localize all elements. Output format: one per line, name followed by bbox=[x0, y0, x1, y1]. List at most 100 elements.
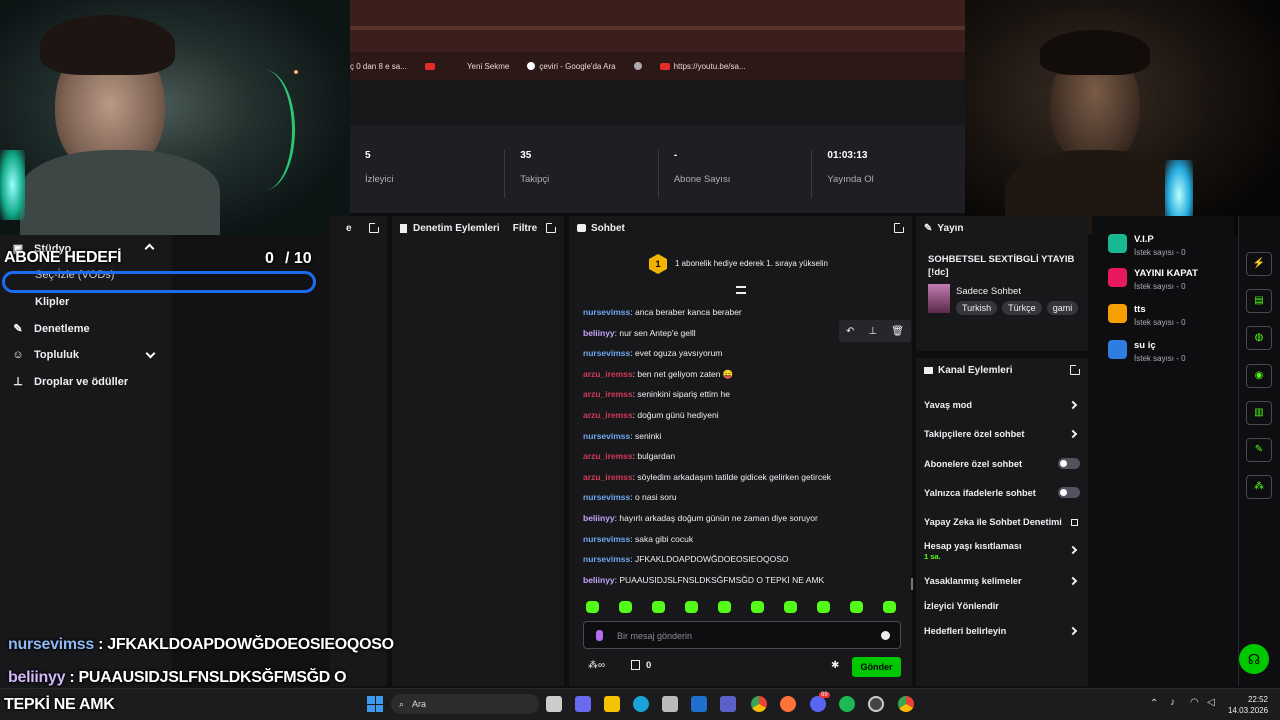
chevron-down-icon[interactable] bbox=[145, 348, 156, 359]
chat-username[interactable]: nursevimss bbox=[583, 431, 630, 441]
chat-username[interactable]: arzu_iremss bbox=[583, 472, 633, 482]
tag[interactable]: gami bbox=[1046, 301, 1079, 315]
chat-bubble-icon[interactable]: ◍ bbox=[1246, 326, 1272, 350]
bookmark-item[interactable] bbox=[633, 62, 642, 70]
chat-message[interactable]: nursevimss: JFKAKLDOAPDOWĞDOEOSIEOQOSO bbox=[583, 553, 903, 574]
support-icon[interactable]: ☊ bbox=[1239, 644, 1269, 674]
reward-item[interactable]: V.I.P İstek sayısı - 0 bbox=[1108, 234, 1186, 257]
chat-username[interactable]: nursevimss bbox=[583, 492, 630, 502]
popout-icon[interactable] bbox=[546, 222, 557, 233]
tray-expand-icon[interactable]: ⌃ bbox=[1150, 698, 1158, 709]
chat-username[interactable]: nursevimss bbox=[583, 554, 630, 564]
community-icon[interactable]: ⁂ bbox=[1246, 475, 1272, 499]
chat-username[interactable]: nursevimss bbox=[583, 348, 630, 358]
emote-icon[interactable] bbox=[784, 601, 797, 613]
bookmark-item[interactable] bbox=[424, 62, 435, 70]
chat-scrollbar[interactable] bbox=[911, 578, 913, 590]
action-account-age[interactable]: Hesap yaşı kısıtlaması 1 sa. bbox=[924, 541, 1080, 561]
lightning-icon[interactable]: ⚡ bbox=[1246, 252, 1272, 276]
chat-message[interactable]: beliinyy: PUAAUSIDJSLFNSLDKSĞFMSĞD O TEP… bbox=[583, 574, 903, 595]
chevron-up-icon[interactable] bbox=[144, 243, 155, 254]
windows-start-icon[interactable] bbox=[367, 696, 383, 712]
chat-username[interactable]: nursevimss bbox=[583, 534, 630, 544]
bookmark-item[interactable]: ç 0 dan 8 e sa... bbox=[350, 62, 407, 71]
chat-message[interactable]: arzu_iremss: ben net geliyom zaten 😛 bbox=[583, 368, 903, 389]
popout-icon[interactable] bbox=[369, 222, 380, 233]
chrome-icon[interactable] bbox=[898, 696, 914, 712]
obs-icon[interactable] bbox=[868, 696, 884, 712]
task-view-icon[interactable] bbox=[546, 696, 562, 712]
emote-icon[interactable] bbox=[586, 601, 599, 613]
reward-item[interactable]: su iç İstek sayısı - 0 bbox=[1108, 340, 1186, 363]
firefox-icon[interactable] bbox=[780, 696, 796, 712]
chat-message[interactable]: nursevimss: saka gibi cocuk bbox=[583, 533, 903, 554]
chat-input[interactable]: Bir mesaj gönderin bbox=[583, 621, 901, 649]
layout-icon[interactable]: ▥ bbox=[1246, 401, 1272, 425]
reward-item[interactable]: tts İstek sayısı - 0 bbox=[1108, 304, 1186, 327]
chat-message[interactable]: arzu_iremss: seninkini sipariş ettim he bbox=[583, 388, 903, 409]
chest-icon[interactable] bbox=[631, 660, 640, 670]
popout-icon[interactable] bbox=[894, 222, 905, 233]
emote-icon[interactable] bbox=[850, 601, 863, 613]
sidebar-item-drops[interactable]: ⊥ Droplar ve ödüller bbox=[12, 376, 128, 388]
bookmark-item[interactable]: https://youtu.be/sa... bbox=[659, 62, 746, 71]
sidebar-item-moderation[interactable]: ✎ Denetleme bbox=[12, 323, 89, 335]
action-set-goals[interactable]: Hedefleri belirleyin bbox=[924, 626, 1080, 636]
settings-icon[interactable]: ✱ bbox=[831, 660, 839, 671]
chat-message[interactable]: beliinyy: nur sen Antep'e gelll bbox=[583, 327, 903, 348]
emote-icon[interactable] bbox=[718, 601, 731, 613]
bookmark-item[interactable]: Yeni Sekme bbox=[453, 62, 509, 71]
category-name[interactable]: Sadece Sohbet bbox=[956, 286, 1021, 297]
action-banned-words[interactable]: Yasaklanmış kelimeler bbox=[924, 576, 1080, 586]
pinned-menu-icon[interactable] bbox=[736, 286, 746, 294]
microphone-icon[interactable] bbox=[596, 630, 603, 641]
wifi-icon[interactable]: ◠ bbox=[1190, 697, 1199, 708]
chat-message[interactable]: nursevimss: o nasi soru bbox=[583, 491, 903, 512]
chat-message[interactable]: beliinyy: hayırlı arkadaş doğum günün ne… bbox=[583, 512, 903, 533]
chat-username[interactable]: nursevimss bbox=[583, 307, 630, 317]
emote-icon[interactable] bbox=[619, 601, 632, 613]
emote-icon[interactable] bbox=[685, 601, 698, 613]
action-raid[interactable]: İzleyici Yönlendir bbox=[924, 601, 1080, 611]
emote-icon[interactable] bbox=[883, 601, 896, 613]
chat-message[interactable]: arzu_iremss: doğum günü hediyeni bbox=[583, 409, 903, 430]
toggle-switch[interactable] bbox=[1058, 487, 1080, 498]
sidebar-item-community[interactable]: ☺ Topluluk bbox=[12, 349, 79, 361]
sidebar-item-clips[interactable]: Klipler bbox=[35, 296, 69, 308]
reward-item[interactable]: YAYINI KAPAT İstek sayısı - 0 bbox=[1108, 268, 1198, 291]
volume-icon[interactable]: ◁ bbox=[1207, 697, 1215, 708]
copilot-icon[interactable] bbox=[575, 696, 591, 712]
teams-icon[interactable] bbox=[720, 696, 736, 712]
action-slow-mode[interactable]: Yavaş mod bbox=[924, 400, 1080, 410]
chat-username[interactable]: beliinyy bbox=[583, 328, 615, 338]
tag[interactable]: Türkçe bbox=[1002, 301, 1042, 315]
file-explorer-icon[interactable] bbox=[604, 696, 620, 712]
chat-username[interactable]: beliinyy bbox=[583, 513, 615, 523]
broadcast-icon[interactable]: ◉ bbox=[1246, 364, 1272, 388]
chat-username[interactable]: arzu_iremss bbox=[583, 410, 633, 420]
discord-icon[interactable] bbox=[810, 696, 826, 712]
points-icon[interactable]: ⁂∞ bbox=[588, 660, 605, 671]
chat-username[interactable]: arzu_iremss bbox=[583, 451, 633, 461]
chat-message[interactable]: nursevimss: seninki bbox=[583, 430, 903, 451]
chat-username[interactable]: beliinyy bbox=[583, 575, 615, 585]
bookmark-item[interactable]: çeviri - Google'da Ara bbox=[527, 62, 616, 71]
emote-icon[interactable] bbox=[751, 601, 764, 613]
chrome-icon[interactable] bbox=[751, 696, 767, 712]
emote-icon[interactable] bbox=[817, 601, 830, 613]
taskbar-search[interactable]: ⌕ Ara bbox=[391, 694, 539, 714]
action-followers-only[interactable]: Takipçilere özel sohbet bbox=[924, 429, 1080, 439]
toggle-switch[interactable] bbox=[1058, 458, 1080, 469]
clipboard-icon[interactable]: ▤ bbox=[1246, 289, 1272, 313]
microphone-icon[interactable]: ♪ bbox=[1170, 697, 1175, 708]
wrench-icon[interactable]: ✎ bbox=[1246, 438, 1272, 462]
tag[interactable]: Turkish bbox=[956, 301, 998, 315]
emote-icon[interactable] bbox=[652, 601, 665, 613]
chat-message[interactable]: nursevimss: anca beraber kanca beraber bbox=[583, 306, 903, 327]
mail-icon[interactable] bbox=[691, 696, 707, 712]
edge-icon[interactable] bbox=[633, 696, 649, 712]
action-ai-moderation[interactable]: Yapay Zeka ile Sohbet Denetimi bbox=[924, 517, 1080, 527]
send-button[interactable]: Gönder bbox=[852, 657, 901, 677]
chat-username[interactable]: arzu_iremss bbox=[583, 389, 633, 399]
store-icon[interactable] bbox=[662, 696, 678, 712]
